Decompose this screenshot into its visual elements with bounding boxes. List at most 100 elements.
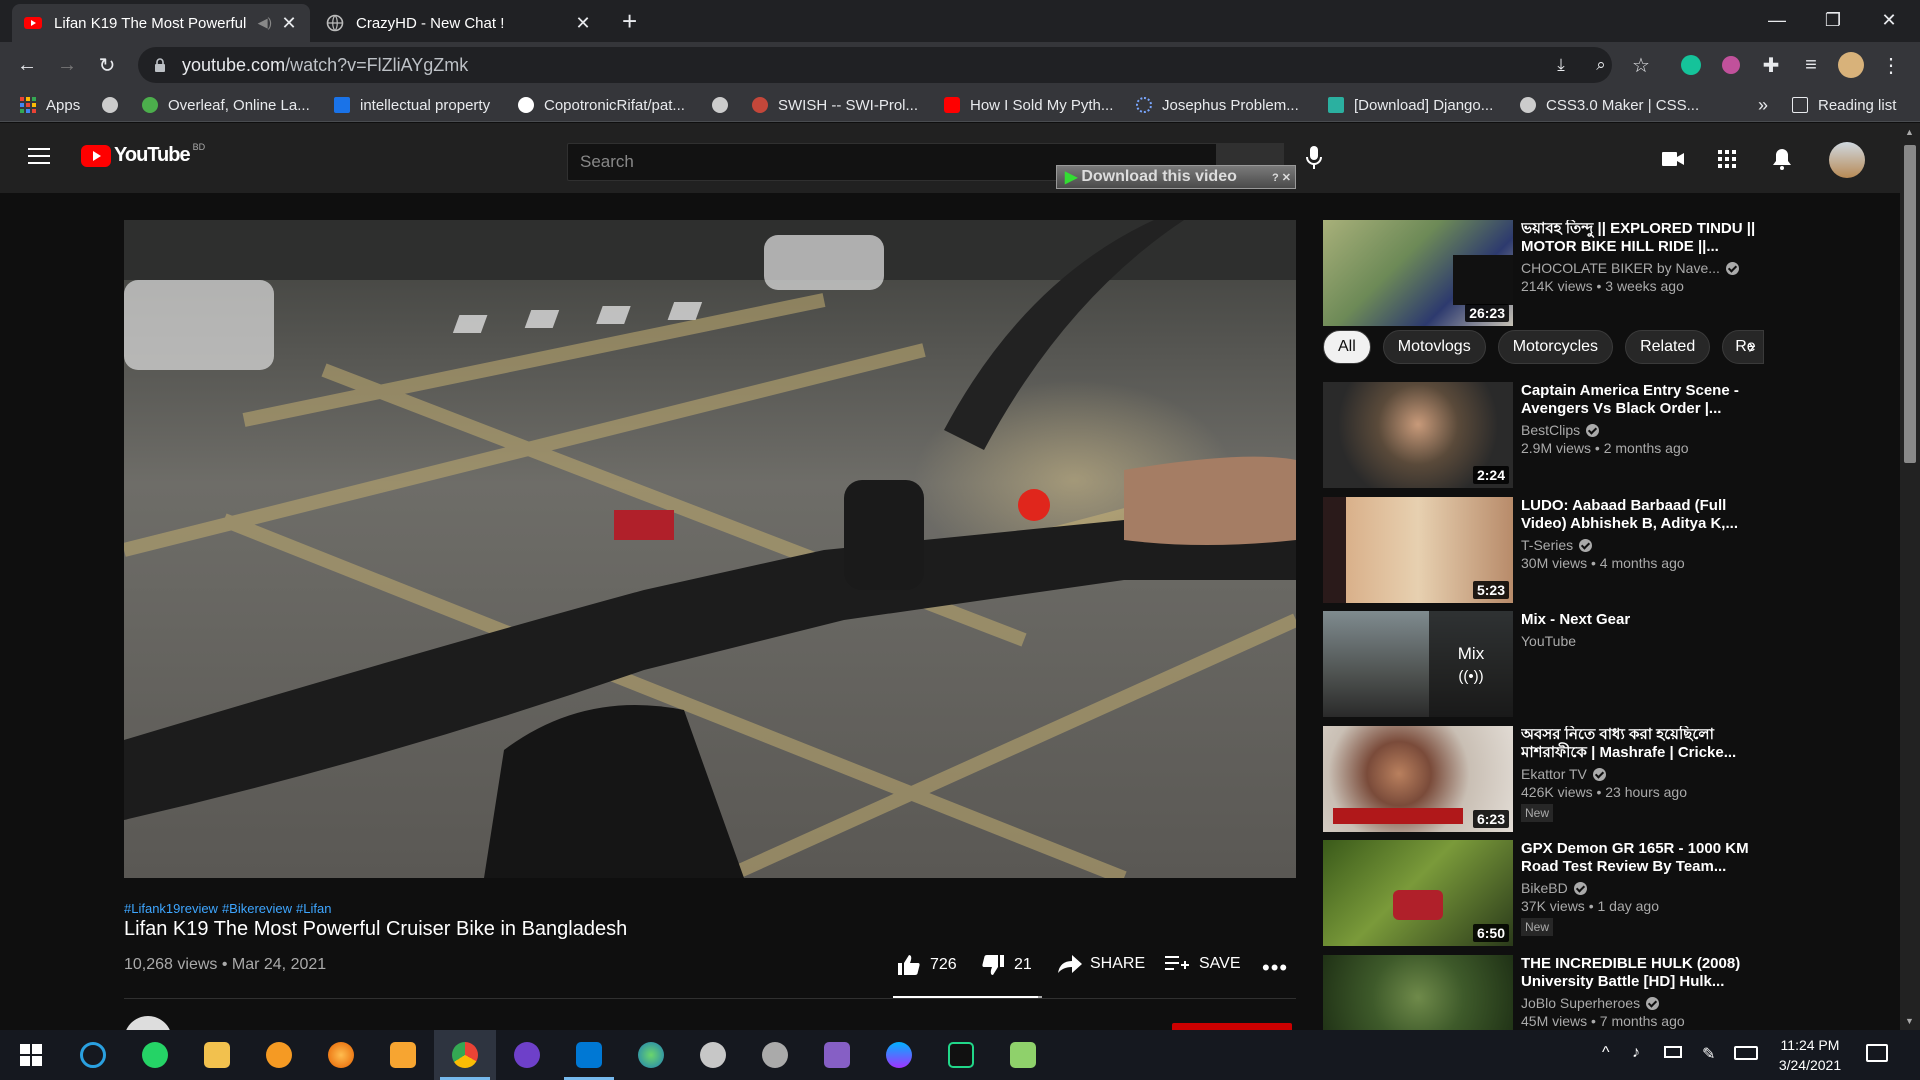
video-title[interactable]: অবসর নিতে বাধ্য করা হয়েছিলো মাশরাফীকে |… [1521, 726, 1761, 762]
restore-icon[interactable]: ❐ [1806, 0, 1860, 40]
keyboard-icon[interactable] [1734, 1046, 1758, 1060]
youtube-logo[interactable]: YouTube BD [81, 142, 205, 167]
bookmark-star-icon[interactable]: ☆ [1626, 50, 1656, 80]
video-thumbnail[interactable]: 5:23 [1323, 497, 1513, 603]
tab-crazyhd[interactable]: CrazyHD - New Chat ! ✕ [314, 4, 604, 42]
video-title[interactable]: LUDO: Aabaad Barbaad (Full Video) Abhish… [1521, 497, 1761, 533]
zoom-icon[interactable]: ⌕ [1586, 50, 1616, 80]
scroll-down-icon[interactable]: ▼ [1905, 1016, 1914, 1026]
bookmark-django[interactable]: [Download] Django... [1328, 95, 1493, 115]
hashtag-link[interactable]: #Lifan [296, 901, 331, 916]
speaker-icon[interactable]: ◀) [258, 15, 272, 31]
bookmark-josephus[interactable]: Josephus Problem... [1136, 95, 1299, 115]
close-tab-icon[interactable]: ✕ [574, 13, 592, 34]
channel-name[interactable]: JoBlo Superheroes [1521, 995, 1640, 1011]
chip-motorcycles[interactable]: Motorcycles [1497, 330, 1614, 364]
recommended-video[interactable]: 5:23 LUDO: Aabaad Barbaad (Full Video) A… [1323, 497, 1763, 603]
satellite-app-icon[interactable] [744, 1030, 806, 1080]
recommended-video[interactable]: 6:50 GPX Demon GR 165R - 1000 KM Road Te… [1323, 840, 1763, 946]
channel-name[interactable]: YouTube [1521, 633, 1576, 649]
video-thumbnail[interactable]: Mix ((•)) [1323, 611, 1513, 717]
chip-related[interactable]: Related [1625, 330, 1711, 364]
video-thumbnail[interactable]: 2:24 [1323, 382, 1513, 488]
scroll-up-icon[interactable]: ▲ [1905, 127, 1914, 137]
bookmark-ip[interactable]: intellectual property [334, 95, 490, 115]
close-tab-icon[interactable]: ✕ [280, 13, 298, 34]
video-title[interactable]: THE INCREDIBLE HULK (2008) University Ba… [1521, 955, 1761, 991]
extension-icon[interactable] [1716, 50, 1746, 80]
close-banner-icon[interactable]: ? ✕ [1272, 171, 1291, 184]
reading-list-button[interactable]: Reading list [1792, 95, 1896, 115]
channel-name[interactable]: BikeBD [1521, 880, 1568, 896]
show-hidden-icons-chevron-icon[interactable]: ^ [1602, 1044, 1610, 1062]
extensions-puzzle-icon[interactable]: ✚ [1756, 50, 1786, 80]
windows-start-icon[interactable] [0, 1030, 62, 1080]
messenger-icon[interactable] [868, 1030, 930, 1080]
system-clock[interactable]: 11:24 PM 3/24/2021 [1760, 1035, 1860, 1075]
recommended-mix[interactable]: Mix ((•)) Mix - Next Gear YouTube [1323, 611, 1763, 717]
github-desktop-icon[interactable] [496, 1030, 558, 1080]
bookmark-globe[interactable] [102, 95, 128, 115]
notifications-center-icon[interactable] [1866, 1044, 1888, 1062]
tab-youtube[interactable]: Lifan K19 The Most Powerful ◀) ✕ [12, 4, 310, 42]
bookmark-css[interactable]: CSS3.0 Maker | CSS... [1520, 95, 1699, 115]
video-thumbnail[interactable] [1323, 955, 1513, 1030]
profile-avatar[interactable] [1836, 50, 1866, 80]
hashtag-link[interactable]: #Bikereview [222, 901, 292, 916]
hamburger-menu-icon[interactable] [28, 148, 50, 164]
apps-icon[interactable] [1718, 150, 1736, 168]
bookmark-overleaf[interactable]: Overleaf, Online La... [142, 95, 310, 115]
lock-icon[interactable] [154, 58, 166, 72]
recommended-video[interactable]: 26:23 ভয়াবহ তিন্দু || EXPLORED TINDU ||… [1323, 220, 1763, 326]
pycharm-icon[interactable] [930, 1030, 992, 1080]
media-control-icon[interactable]: ≡ [1796, 50, 1826, 80]
grammarly-icon[interactable] [1676, 50, 1706, 80]
minimize-icon[interactable]: — [1750, 0, 1804, 40]
file-explorer-icon[interactable] [186, 1030, 248, 1080]
chip-motovlogs[interactable]: Motovlogs [1382, 330, 1486, 364]
new-tab-icon[interactable]: + [622, 6, 637, 37]
share-button[interactable]: SHARE [1058, 955, 1145, 973]
channel-name[interactable]: BestClips [1521, 422, 1580, 438]
download-video-banner[interactable]: ▶ Download this video ? ✕ [1056, 165, 1296, 189]
bookmark-globe-2[interactable] [712, 95, 738, 115]
brave-icon[interactable] [248, 1030, 310, 1080]
network-app-icon[interactable] [682, 1030, 744, 1080]
video-title[interactable]: Mix - Next Gear [1521, 611, 1761, 629]
microphone-icon[interactable] [1306, 146, 1322, 170]
save-button[interactable]: SAVE [1165, 955, 1241, 973]
page-scrollbar[interactable]: ▲ ▼ [1900, 123, 1920, 1030]
chrome-icon[interactable] [434, 1030, 496, 1080]
dislike-button[interactable]: 21 [982, 955, 1032, 975]
account-avatar[interactable] [1829, 142, 1865, 178]
like-button[interactable]: 726 [898, 955, 957, 975]
video-title[interactable]: GPX Demon GR 165R - 1000 KM Road Test Re… [1521, 840, 1761, 876]
video-player[interactable] [124, 220, 1296, 878]
recommended-video[interactable]: 6:23 অবসর নিতে বাধ্য করা হয়েছিলো মাশরাফ… [1323, 726, 1763, 832]
recommended-video[interactable]: THE INCREDIBLE HULK (2008) University Ba… [1323, 955, 1763, 1030]
bookmark-youtube[interactable]: How I Sold My Pyth... [944, 95, 1113, 115]
video-title[interactable]: Captain America Entry Scene - Avengers V… [1521, 382, 1761, 418]
bookmark-apps[interactable]: Apps [20, 95, 80, 115]
bookmarks-overflow-icon[interactable]: » [1758, 95, 1768, 115]
reload-icon[interactable]: ↻ [92, 50, 122, 80]
video-thumbnail[interactable]: 6:50 [1323, 840, 1513, 946]
browser-menu-icon[interactable]: ⋮ [1876, 50, 1906, 80]
volume-icon[interactable]: ♪ [1632, 1044, 1640, 1062]
window-close-icon[interactable]: ✕ [1862, 0, 1916, 40]
chip-all[interactable]: All [1323, 330, 1371, 364]
forward-icon[interactable]: → [52, 50, 82, 80]
chips-next-chevron-icon[interactable]: › [1748, 336, 1755, 359]
address-bar[interactable]: youtube.com/watch?v=FlZliAYgZmk [138, 47, 1612, 83]
scrollbar-thumb[interactable] [1904, 145, 1916, 463]
bookmark-github[interactable]: CopotronicRifat/pat... [518, 95, 685, 115]
network-icon[interactable] [1664, 1046, 1682, 1058]
channel-name[interactable]: CHOCOLATE BIKER by Nave... [1521, 260, 1720, 276]
whatsapp-icon[interactable] [124, 1030, 186, 1080]
search-taskbar-icon[interactable] [62, 1030, 124, 1080]
video-title[interactable]: ভয়াবহ তিন্দু || EXPLORED TINDU || MOTOR… [1521, 220, 1761, 256]
pen-icon[interactable]: ✎ [1702, 1044, 1715, 1064]
create-video-icon[interactable] [1662, 152, 1684, 166]
recommended-video[interactable]: 2:24 Captain America Entry Scene - Aveng… [1323, 382, 1763, 488]
notifications-bell-icon[interactable] [1773, 148, 1791, 170]
